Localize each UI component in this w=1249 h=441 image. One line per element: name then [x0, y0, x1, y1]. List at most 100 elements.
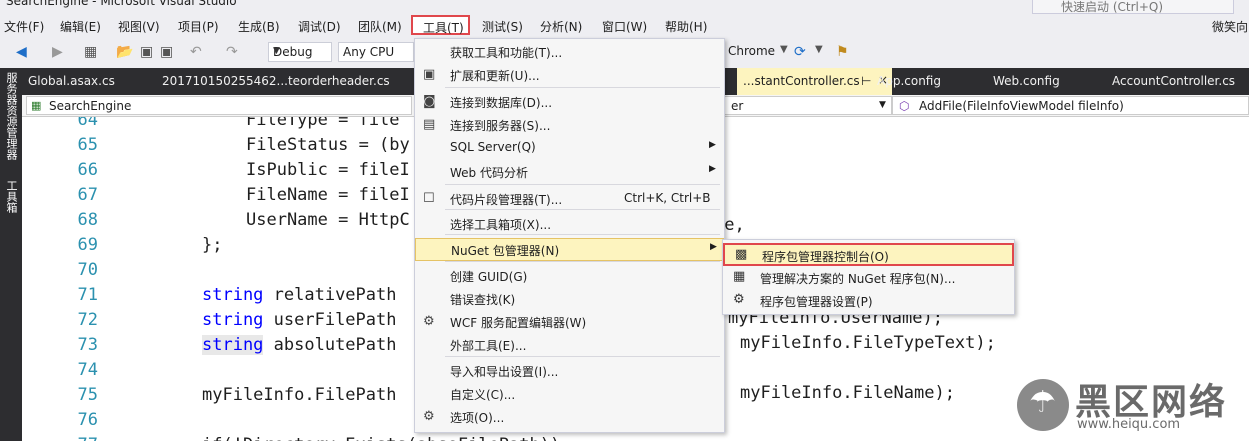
- snippet-icon: ☐: [423, 191, 435, 206]
- line-number: 66: [77, 160, 98, 180]
- tools-menu-item[interactable]: ▣ 扩展和更新(U)...: [415, 64, 724, 87]
- menu-separator: [445, 87, 720, 88]
- console-icon: ▩: [735, 247, 748, 262]
- forward-icon[interactable]: ▶: [52, 44, 63, 60]
- menu-team[interactable]: 团队(M): [358, 18, 402, 35]
- code-line: IsPublic = fileI: [246, 160, 410, 180]
- type-value: er: [731, 99, 744, 113]
- tools-menu-item[interactable]: 错误查找(K): [415, 288, 724, 311]
- database-icon: ◙: [423, 94, 436, 109]
- tools-menu-item[interactable]: SQL Server(Q) ▶: [415, 137, 724, 160]
- keyword: string: [202, 335, 264, 355]
- tools-menu-item[interactable]: 选择工具箱项(X)...: [415, 213, 724, 236]
- manage-nuget-packages-item[interactable]: ▦ 管理解决方案的 NuGet 程序包(N)...: [723, 267, 1014, 290]
- code-line: };: [202, 235, 222, 255]
- menu-file[interactable]: 文件(F): [4, 18, 44, 35]
- quick-launch-input[interactable]: 快速启动 (Ctrl+Q): [1032, 0, 1234, 14]
- menu-build[interactable]: 生成(B): [238, 18, 280, 35]
- platform-select[interactable]: Any CPU: [338, 42, 414, 62]
- back-icon[interactable]: ◀: [16, 44, 27, 60]
- menu-item-label: 选项(O)...: [450, 411, 505, 425]
- server-icon: ▤: [423, 117, 436, 132]
- menu-separator: [445, 184, 720, 185]
- quick-launch-placeholder: 快速启动 (Ctrl+Q): [1061, 0, 1164, 14]
- project-select[interactable]: ▦ SearchEngine: [26, 96, 412, 115]
- open-file-icon[interactable]: 📂: [116, 44, 133, 60]
- chevron-down-icon[interactable]: ▼: [815, 44, 823, 55]
- package-manager-settings-item[interactable]: ⚙ 程序包管理器设置(P): [723, 290, 1014, 313]
- save-all-icon[interactable]: ▣: [160, 44, 173, 60]
- member-value: AddFile(FileInfoViewModel fileInfo): [919, 99, 1124, 113]
- platform-value: Any CPU: [343, 45, 395, 59]
- watermark-url: www.heiqu.com: [1077, 417, 1181, 432]
- method-icon: ⬡: [899, 99, 910, 113]
- tools-menu-item[interactable]: 自定义(C)...: [415, 383, 724, 406]
- menu-view[interactable]: 视图(V): [118, 18, 160, 35]
- menu-tools[interactable]: 工具(T): [411, 15, 470, 35]
- pin-icon[interactable]: ⊢: [861, 74, 871, 88]
- tools-menu-item[interactable]: NuGet 包管理器(N) ▶: [415, 238, 724, 261]
- save-icon[interactable]: ▣: [140, 44, 153, 60]
- menu-item-label: 扩展和更新(U)...: [450, 69, 540, 83]
- tools-menu-item[interactable]: ⚙ 选项(O)...: [415, 406, 724, 429]
- tools-menu-item[interactable]: ◙ 连接到数据库(D)...: [415, 91, 724, 114]
- menu-debug[interactable]: 调试(D): [298, 18, 341, 35]
- tab-web-config[interactable]: Web.config: [993, 74, 1060, 88]
- tab-account-controller[interactable]: AccountController.cs: [1112, 74, 1235, 88]
- menu-item-label: 管理解决方案的 NuGet 程序包(N)...: [760, 272, 956, 286]
- redo-icon[interactable]: ↷: [226, 44, 238, 60]
- submenu-arrow-icon: ▶: [709, 164, 716, 174]
- server-explorer-tab[interactable]: 服务器资源管理器: [3, 72, 19, 160]
- tab-active-controller[interactable]: ...stantController.cs ⊢ ×: [737, 68, 892, 95]
- side-panel: 服务器资源管理器 工具箱: [0, 68, 22, 441]
- tools-menu-item[interactable]: 获取工具和功能(T)...: [415, 41, 724, 64]
- menu-item-label: 程序包管理器设置(P): [760, 295, 873, 309]
- menu-analyze[interactable]: 分析(N): [540, 18, 582, 35]
- configuration-select[interactable]: Debug ▼: [268, 42, 332, 62]
- menu-help[interactable]: 帮助(H): [665, 18, 707, 35]
- user-name[interactable]: 微笑向: [1212, 18, 1248, 35]
- refresh-icon[interactable]: ⟳: [794, 44, 806, 60]
- keyword: string: [202, 310, 264, 330]
- toolbox-tab[interactable]: 工具箱: [3, 180, 19, 213]
- chevron-down-icon[interactable]: ▼: [780, 44, 788, 55]
- menu-item-label: Web 代码分析: [450, 166, 528, 180]
- package-manager-console-item[interactable]: ▩ 程序包管理器控制台(O): [723, 243, 1014, 266]
- undo-icon[interactable]: ↶: [190, 44, 202, 60]
- tools-menu-item[interactable]: Web 代码分析 ▶: [415, 161, 724, 184]
- member-select[interactable]: ⬡ AddFile(FileInfoViewModel fileInfo): [892, 96, 1249, 115]
- tab-global-asax[interactable]: Global.asax.cs: [28, 74, 115, 88]
- active-tab-label: ...stantController.cs: [743, 74, 860, 88]
- tab-migration[interactable]: 201710150255462...teorderheader.cs: [162, 74, 390, 88]
- code-fragment: myFileInfo.FileName);: [740, 383, 955, 403]
- new-project-icon[interactable]: ▦: [84, 44, 97, 60]
- code-text: };: [202, 235, 223, 255]
- extensions-icon: ▣: [423, 67, 436, 82]
- menu-window[interactable]: 窗口(W): [602, 18, 647, 35]
- code-text: relativePath: [263, 285, 397, 305]
- browser-label[interactable]: Chrome: [728, 44, 775, 58]
- menu-item-label: 选择工具箱项(X)...: [450, 218, 552, 232]
- tools-menu-item[interactable]: 外部工具(E)...: [415, 334, 724, 357]
- tab-app-config[interactable]: App.config: [877, 74, 941, 88]
- wcf-icon: ⚙: [423, 314, 435, 329]
- menu-item-label: 连接到服务器(S)...: [450, 119, 551, 133]
- tools-menu-item[interactable]: ▤ 连接到服务器(S)...: [415, 114, 724, 137]
- line-number: 64: [77, 117, 98, 130]
- menu-item-label: 程序包管理器控制台(O): [762, 250, 889, 264]
- tools-menu-item[interactable]: 创建 GUID(G): [415, 265, 724, 288]
- type-select[interactable]: er ▼: [722, 96, 892, 115]
- menu-item-shortcut: Ctrl+K, Ctrl+B: [624, 191, 711, 205]
- menu-test[interactable]: 测试(S): [482, 18, 523, 35]
- line-number: 71: [77, 285, 98, 305]
- tools-menu-item[interactable]: ☐ 代码片段管理器(T)... Ctrl+K, Ctrl+B: [415, 188, 724, 211]
- tools-menu-item[interactable]: ⚙ WCF 服务配置编辑器(W): [415, 311, 724, 334]
- menu-project[interactable]: 项目(P): [178, 18, 219, 35]
- menu-item-label: WCF 服务配置编辑器(W): [450, 316, 587, 330]
- tools-menu-item[interactable]: 导入和导出设置(I)...: [415, 360, 724, 383]
- browser-link-icon[interactable]: ⚑: [836, 44, 849, 60]
- menu-edit[interactable]: 编辑(E): [60, 18, 101, 35]
- gear-icon: ⚙: [423, 409, 435, 424]
- code-line: myFileInfo.FilePath: [202, 385, 396, 405]
- title-bar: SearchEngine - Microsoft Visual Studio 快…: [0, 0, 1249, 14]
